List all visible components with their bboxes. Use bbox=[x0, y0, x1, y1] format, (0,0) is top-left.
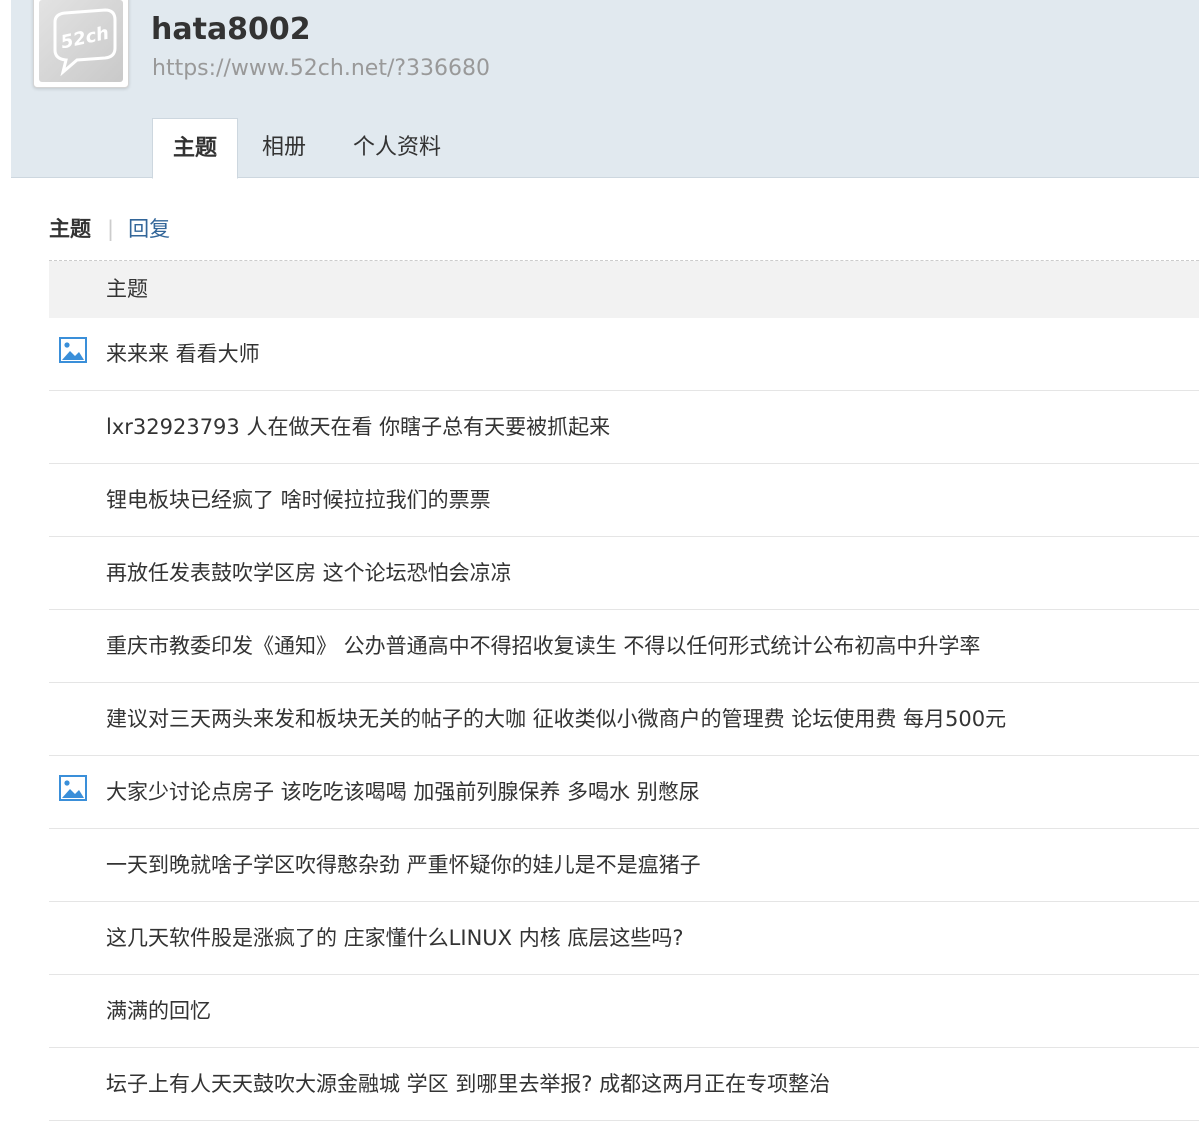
column-header-topic: 主题 bbox=[106, 277, 148, 301]
topic-title[interactable]: 大家少讨论点房子 该吃吃该喝喝 加强前列腺保养 多喝水 别憋尿 bbox=[106, 756, 700, 828]
topic-title[interactable]: 锂电板块已经疯了 啥时候拉拉我们的票票 bbox=[106, 464, 491, 536]
table-row[interactable]: 这几天软件股是涨疯了的 庄家懂什么LINUX 内核 底层这些吗? bbox=[49, 902, 1199, 975]
table-row[interactable]: 重庆市教委印发《通知》 公办普通高中不得招收复读生 不得以任何形式统计公布初高中… bbox=[49, 610, 1199, 683]
subtab-bar: 主题 | 回复 bbox=[49, 212, 170, 246]
avatar-logo-text: 52ch bbox=[59, 23, 111, 54]
table-row[interactable]: 来来来 看看大师 bbox=[49, 318, 1199, 391]
topic-title[interactable]: 来来来 看看大师 bbox=[106, 318, 260, 390]
subtab-replies[interactable]: 回复 bbox=[128, 217, 170, 241]
image-attachment-icon bbox=[59, 337, 87, 363]
topic-title[interactable]: 重庆市教委印发《通知》 公办普通高中不得招收复读生 不得以任何形式统计公布初高中… bbox=[106, 610, 980, 682]
table-row[interactable]: 坛子上有人天天鼓吹大源金融城 学区 到哪里去举报? 成都这两月正在专项整治 bbox=[49, 1048, 1199, 1121]
topic-title[interactable]: 坛子上有人天天鼓吹大源金融城 学区 到哪里去举报? 成都这两月正在专项整治 bbox=[106, 1048, 830, 1120]
profile-header: 52ch hata8002 https://www.52ch.net/?3366… bbox=[11, 0, 1199, 179]
username: hata8002 bbox=[151, 12, 311, 47]
table-row[interactable]: 再放任发表鼓吹学区房 这个论坛恐怕会凉凉 bbox=[49, 537, 1199, 610]
profile-url[interactable]: https://www.52ch.net/?336680 bbox=[152, 56, 490, 81]
topic-title[interactable]: 满满的回忆 bbox=[106, 975, 211, 1047]
subtab-divider: | bbox=[107, 217, 115, 241]
avatar[interactable]: 52ch bbox=[33, 0, 129, 88]
52ch-logo-avatar-icon: 52ch bbox=[53, 8, 117, 77]
topic-title[interactable]: 再放任发表鼓吹学区房 这个论坛恐怕会凉凉 bbox=[106, 537, 512, 609]
table-row[interactable]: 锂电板块已经疯了 啥时候拉拉我们的票票 bbox=[49, 464, 1199, 537]
table-row[interactable]: 建议对三天两头来发和板块无关的帖子的大咖 征收类似小微商户的管理费 论坛使用费 … bbox=[49, 683, 1199, 756]
image-attachment-icon bbox=[59, 775, 87, 801]
table-row[interactable]: 一天到晚就啥子学区吹得憨杂劲 严重怀疑你的娃儿是不是瘟猪子 bbox=[49, 829, 1199, 902]
table-row[interactable]: lxr32923793 人在做天在看 你瞎子总有天要被抓起来 bbox=[49, 391, 1199, 464]
topic-title[interactable]: 建议对三天两头来发和板块无关的帖子的大咖 征收类似小微商户的管理费 论坛使用费 … bbox=[106, 683, 1006, 755]
table-header: 主题 bbox=[49, 261, 1199, 318]
table-row[interactable]: 大家少讨论点房子 该吃吃该喝喝 加强前列腺保养 多喝水 别憋尿 bbox=[49, 756, 1199, 829]
subtab-topics[interactable]: 主题 bbox=[49, 217, 91, 241]
topic-title[interactable]: lxr32923793 人在做天在看 你瞎子总有天要被抓起来 bbox=[106, 391, 610, 463]
topic-title[interactable]: 一天到晚就啥子学区吹得憨杂劲 严重怀疑你的娃儿是不是瘟猪子 bbox=[106, 829, 701, 901]
topic-list: 来来来 看看大师 lxr32923793 人在做天在看 你瞎子总有天要被抓起来 … bbox=[49, 318, 1199, 1121]
tab-topics[interactable]: 主题 bbox=[152, 118, 238, 179]
tab-profile-info[interactable]: 个人资料 bbox=[342, 118, 452, 177]
topic-title[interactable]: 这几天软件股是涨疯了的 庄家懂什么LINUX 内核 底层这些吗? bbox=[106, 902, 684, 974]
tab-album[interactable]: 相册 bbox=[249, 118, 319, 177]
table-row[interactable]: 满满的回忆 bbox=[49, 975, 1199, 1048]
